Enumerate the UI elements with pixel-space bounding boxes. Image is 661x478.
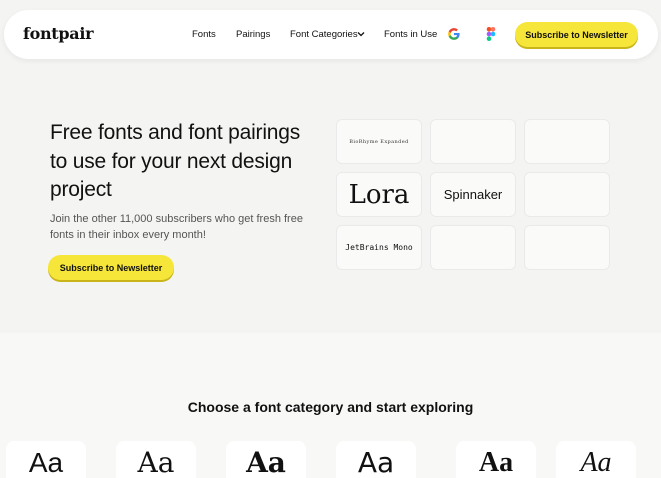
- font-tile[interactable]: [430, 225, 516, 270]
- category-card-slab-serif[interactable]: Aa: [226, 441, 306, 478]
- page: fontpair Fonts Pairings Font Categories …: [0, 0, 661, 478]
- category-card-bold[interactable]: Aa: [456, 441, 536, 478]
- nav-font-categories[interactable]: Font Categories: [290, 29, 358, 40]
- category-card-serif[interactable]: Aa: [116, 441, 196, 478]
- font-tile[interactable]: [524, 172, 610, 217]
- hero-subtitle: Join the other 11,000 subscribers who ge…: [50, 213, 303, 241]
- font-tile[interactable]: [524, 119, 610, 164]
- chevron-down-icon[interactable]: [356, 29, 366, 39]
- navbar: fontpair Fonts Pairings Font Categories …: [4, 10, 658, 59]
- category-sample: Aa: [246, 446, 286, 478]
- figma-icon[interactable]: [486, 27, 496, 41]
- logo[interactable]: fontpair: [23, 24, 94, 43]
- category-heading: Choose a font category and start explori…: [187, 399, 474, 415]
- google-icon[interactable]: [447, 27, 461, 41]
- nav-fonts-in-use[interactable]: Fonts in Use: [384, 29, 437, 40]
- font-tile[interactable]: [524, 225, 610, 270]
- font-tile-lora[interactable]: Lora: [336, 172, 422, 217]
- font-tile-jetbrains-mono[interactable]: JetBrains Mono: [336, 225, 422, 270]
- category-sample: Aa: [478, 447, 514, 478]
- category-sample: Aa: [28, 447, 64, 478]
- font-tile-label: JetBrains Mono: [345, 243, 413, 252]
- category-card-display[interactable]: Aa: [336, 441, 416, 478]
- nav-pairings[interactable]: Pairings: [236, 29, 270, 40]
- header-subscribe-button[interactable]: Subscribe to Newsletter: [515, 22, 638, 47]
- category-sample: Aa: [580, 447, 612, 478]
- category-sample: Aa: [137, 446, 175, 478]
- font-tile-label: BioRhyme Expanded: [349, 138, 409, 145]
- font-tile-label: Spinnaker: [443, 187, 503, 202]
- category-card-script[interactable]: Aa: [556, 441, 636, 478]
- font-tile-spinnaker[interactable]: Spinnaker: [430, 172, 516, 217]
- category-sample: Aa: [357, 446, 395, 478]
- font-tile[interactable]: [430, 119, 516, 164]
- font-tile-label: Lora: [348, 179, 410, 210]
- hero-title: Free fonts and font pairings to use for …: [50, 121, 301, 201]
- font-tile-biorhyme[interactable]: BioRhyme Expanded: [336, 119, 422, 164]
- category-card-sans-serif[interactable]: Aa: [6, 441, 86, 478]
- hero-subscribe-button[interactable]: Subscribe to Newsletter: [48, 255, 174, 280]
- nav-fonts[interactable]: Fonts: [192, 29, 216, 40]
